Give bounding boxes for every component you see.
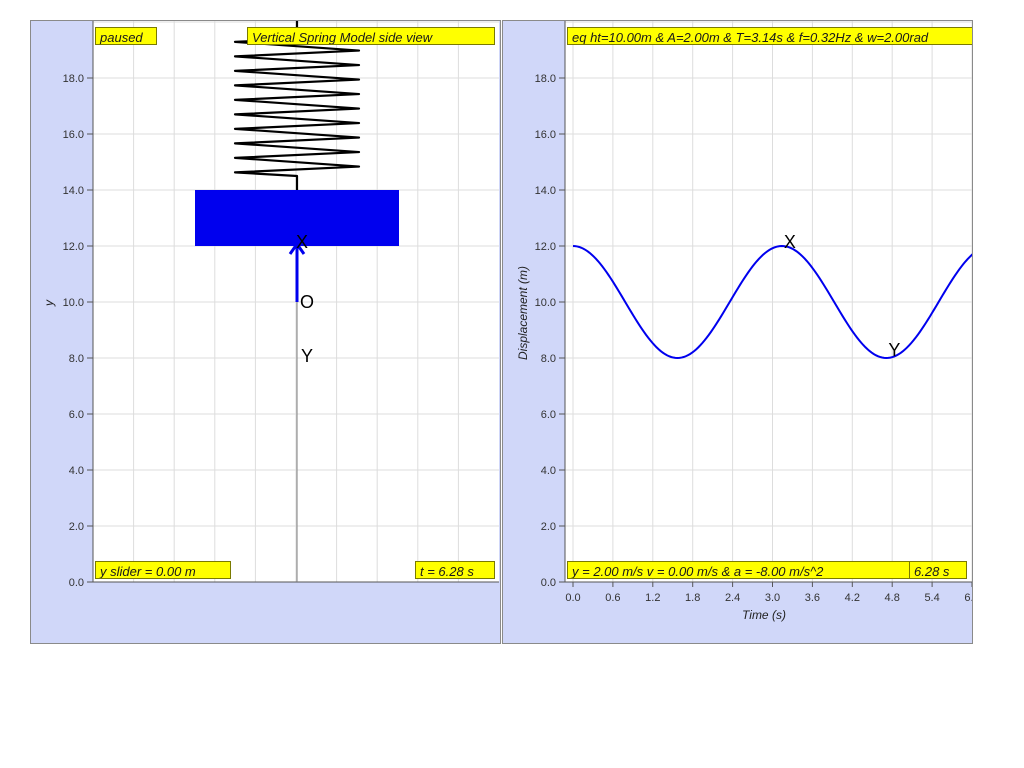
y-tick-label: 0.0 <box>541 577 556 589</box>
graph-time-label: 6.28 s <box>909 561 967 579</box>
y-tick-label: 2.0 <box>541 521 556 533</box>
y-tick-label: 10.0 <box>63 297 84 309</box>
y-tick-label: 8.0 <box>541 353 556 365</box>
y-tick-label: 6.0 <box>541 409 556 421</box>
x-tick-label: 6.0 <box>964 592 973 604</box>
y-tick-label: 16.0 <box>63 129 84 141</box>
marker-x: X <box>296 232 308 252</box>
x-tick-label: 2.4 <box>725 592 740 604</box>
y-tick-label: 12.0 <box>535 241 556 253</box>
spring-view-plot[interactable]: 0.02.04.06.08.010.012.014.016.018.0 y X … <box>31 21 501 644</box>
y-axis-title: y <box>42 299 56 307</box>
x-tick-labels: 0.0 0.6 1.2 1.8 2.4 3.0 3.6 4.2 4.8 5.4 6.0 <box>565 582 973 604</box>
displacement-chart[interactable]: 0.02.04.06.08.010.012.014.016.018.0 0.0 0… <box>503 21 973 644</box>
y-tick-label: 0.0 <box>69 577 84 589</box>
status-label[interactable]: paused <box>95 27 157 45</box>
y-tick-label: 10.0 <box>535 297 556 309</box>
y-tick-label: 2.0 <box>69 521 84 533</box>
x-tick-label: 0.0 <box>565 592 580 604</box>
y-tick-label: 14.0 <box>535 185 556 197</box>
readout-label: y = 2.00 m/s v = 0.00 m/s & a = -8.00 m/… <box>567 561 967 579</box>
spring-view-panel[interactable]: 0.0 2.0 4.0 6.0 8.0 10.0 12.0 14.0 16.0 18.0 y X … <box>30 20 501 644</box>
x-tick-label: 4.8 <box>885 592 900 604</box>
equation-label: eq ht=10.00m & A=2.00m & T=3.14s & f=0.3… <box>567 27 972 45</box>
view-title-label: Vertical Spring Model side view <box>247 27 495 45</box>
y-axis-title: Displacement (m) <box>516 266 530 360</box>
x-tick-label: 5.4 <box>924 592 939 604</box>
marker-x-peak: X <box>784 232 796 252</box>
y-tick-label: 8.0 <box>69 353 84 365</box>
y-tick-label: 12.0 <box>63 241 84 253</box>
y-slider-label[interactable]: y slider = 0.00 m <box>95 561 231 579</box>
marker-y: Y <box>301 346 313 366</box>
y-tick-label: 4.0 <box>69 465 84 477</box>
y-tick-label: 14.0 <box>63 185 84 197</box>
y-tick-label: 18.0 <box>535 73 556 85</box>
x-tick-label: 1.2 <box>645 592 660 604</box>
y-tick-label: 6.0 <box>69 409 84 421</box>
x-axis-title: Time (s) <box>742 608 786 622</box>
y-tick-label: 18.0 <box>63 73 84 85</box>
y-tick-label: 16.0 <box>535 129 556 141</box>
y-tick-label: 4.0 <box>541 465 556 477</box>
marker-o: O <box>300 292 314 312</box>
y-tick-labels: 0.0 2.0 4.0 6.0 8.0 10.0 12.0 14.0 16.0 18.0 <box>63 73 93 589</box>
x-tick-label: 4.2 <box>845 592 860 604</box>
y-tick-labels: 0.0 2.0 4.0 6.0 8.0 10.0 12.0 14.0 16.0 18.0 <box>535 73 565 589</box>
time-label: t = 6.28 s <box>415 561 495 579</box>
x-tick-label: 0.6 <box>605 592 620 604</box>
displacement-graph-panel[interactable]: 0.0 2.0 4.0 6.0 8.0 10.0 12.0 14.0 16.0 18.0 0.0 0… <box>502 20 973 644</box>
x-tick-label: 1.8 <box>685 592 700 604</box>
marker-y-trough: Y <box>888 340 900 360</box>
x-tick-label: 3.0 <box>765 592 780 604</box>
x-tick-label: 3.6 <box>805 592 820 604</box>
